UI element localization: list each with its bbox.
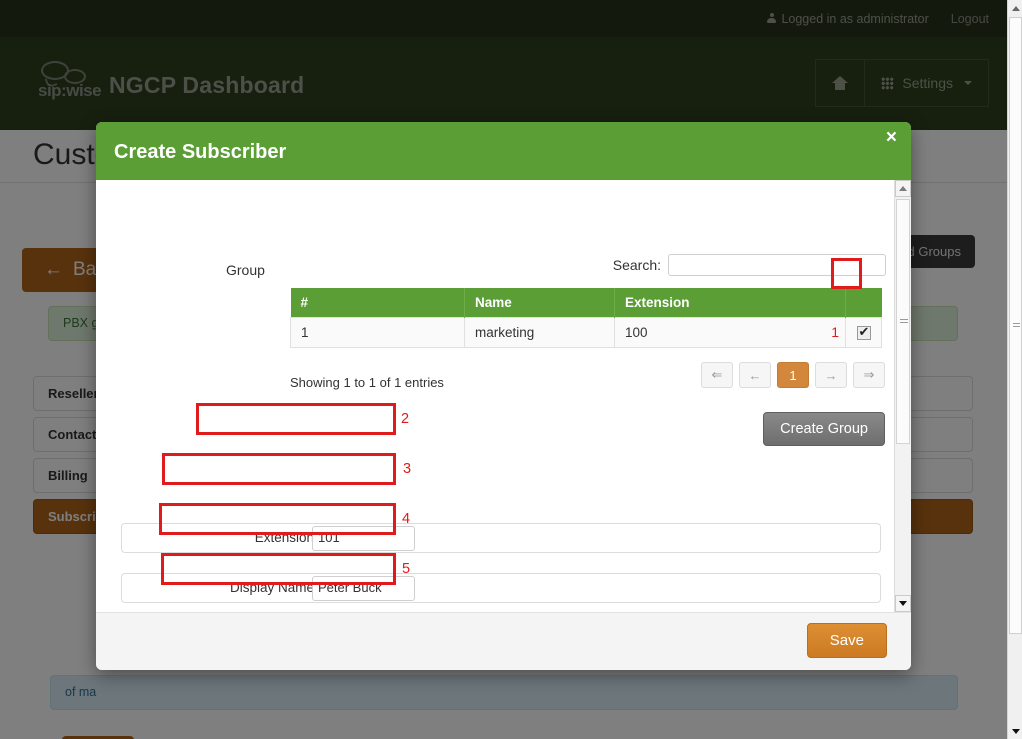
- scrollbar-thumb[interactable]: [1009, 17, 1022, 634]
- annotation-2: 2: [401, 411, 410, 427]
- group-label: Group: [226, 262, 265, 278]
- highlight-box-checkbox: [831, 258, 862, 289]
- annotation-3: 3: [403, 461, 412, 477]
- group-cell-index: 1: [290, 317, 465, 348]
- group-table-header-row: # Name Extension: [290, 288, 882, 318]
- group-col-extension[interactable]: Extension: [614, 288, 846, 318]
- highlight-box-web-password: [161, 553, 396, 585]
- create-group-button[interactable]: Create Group: [763, 412, 885, 446]
- entries-summary: Showing 1 to 1 of 1 entries: [290, 375, 444, 390]
- pagination-next[interactable]: →: [815, 362, 847, 388]
- group-select-checkbox[interactable]: [856, 324, 871, 341]
- modal-body: Group Search: # Name Extension 1 marketi…: [96, 180, 911, 612]
- group-table-row[interactable]: 1 marketing 100 1: [290, 317, 882, 348]
- group-table: # Name Extension 1 marketing 100 1: [290, 288, 882, 348]
- highlight-box-display-name: [162, 453, 396, 485]
- save-button[interactable]: Save: [806, 623, 887, 658]
- browser-scrollbar[interactable]: [1007, 0, 1022, 739]
- scroll-up-arrow[interactable]: [1008, 0, 1022, 16]
- modal-footer: Save: [96, 612, 911, 670]
- annotation-4: 4: [402, 511, 411, 527]
- group-cell-name: marketing: [464, 317, 615, 348]
- group-cell-select[interactable]: [845, 317, 882, 348]
- create-subscriber-modal: Create Subscriber × Group Search: # Name…: [96, 122, 911, 670]
- close-icon[interactable]: ×: [886, 128, 897, 147]
- scroll-down-arrow[interactable]: [1008, 723, 1022, 739]
- group-col-name[interactable]: Name: [464, 288, 615, 318]
- annotation-5: 5: [402, 561, 411, 577]
- annotation-1: 1: [831, 324, 839, 340]
- modal-scroll-down-arrow[interactable]: [895, 595, 911, 612]
- highlight-box-web-username: [159, 503, 396, 535]
- group-col-select: [845, 288, 882, 318]
- modal-header: Create Subscriber ×: [96, 122, 911, 180]
- modal-scrollbar[interactable]: [894, 180, 911, 612]
- group-col-index[interactable]: #: [290, 288, 465, 318]
- search-label: Search:: [612, 257, 661, 273]
- pagination-first[interactable]: ⇐: [701, 362, 733, 388]
- modal-title: Create Subscriber: [114, 141, 287, 163]
- pagination-prev[interactable]: ←: [739, 362, 771, 388]
- screenshot-root: Logged in as administrator Logout sip:wi…: [0, 0, 1022, 739]
- pagination-last[interactable]: ⇒: [853, 362, 885, 388]
- group-extension-value: 100: [625, 325, 648, 340]
- highlight-box-extension: [196, 403, 396, 435]
- group-cell-extension: 100 1: [614, 317, 846, 348]
- pagination-controls: ⇐ ← 1 → ⇒: [701, 362, 885, 388]
- modal-scrollbar-thumb[interactable]: [896, 199, 910, 444]
- pagination-page-1[interactable]: 1: [777, 362, 809, 388]
- modal-scroll-up-arrow[interactable]: [895, 180, 911, 197]
